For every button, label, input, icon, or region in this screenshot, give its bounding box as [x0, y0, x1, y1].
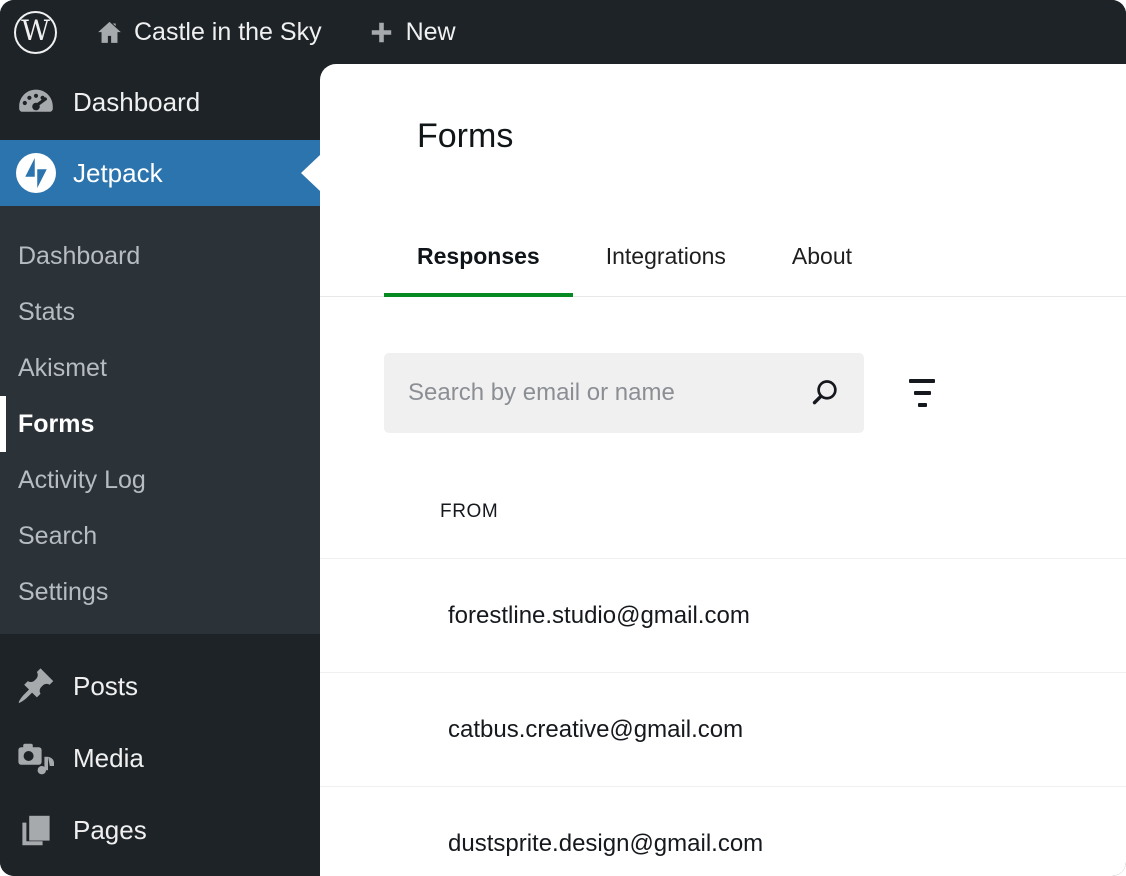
- sidebar-item-media[interactable]: Media: [0, 722, 320, 794]
- filter-button[interactable]: [896, 367, 948, 419]
- sidebar-bottom-menu: Posts Media Pages: [0, 634, 320, 866]
- new-label: New: [406, 18, 456, 47]
- response-from: forestline.studio@gmail.com: [448, 602, 750, 630]
- submenu-item-search[interactable]: Search: [0, 508, 320, 564]
- sidebar-item-label: Posts: [73, 671, 138, 702]
- plus-icon: [368, 19, 395, 46]
- response-from: catbus.creative@gmail.com: [448, 716, 743, 744]
- response-row[interactable]: forestline.studio@gmail.com: [320, 559, 1126, 673]
- pages-icon: [16, 810, 56, 850]
- page-title: Forms: [417, 116, 1126, 156]
- search-input[interactable]: [384, 353, 864, 433]
- admin-bar: W Castle in the Sky New: [0, 0, 1126, 64]
- wordpress-logo[interactable]: W: [14, 11, 57, 54]
- submenu-item-akismet[interactable]: Akismet: [0, 340, 320, 396]
- tab-integrations[interactable]: Integrations: [573, 242, 759, 296]
- new-content-menu[interactable]: New: [368, 18, 456, 47]
- wordpress-logo-letter: W: [21, 17, 50, 45]
- home-icon: [96, 19, 123, 46]
- sidebar-item-pages[interactable]: Pages: [0, 794, 320, 866]
- response-row[interactable]: dustsprite.design@gmail.com: [320, 787, 1126, 876]
- sidebar-item-posts[interactable]: Posts: [0, 650, 320, 722]
- sidebar-item-jetpack[interactable]: Jetpack: [0, 140, 320, 206]
- tabs: Responses Integrations About: [320, 242, 1126, 297]
- submenu-item-dashboard[interactable]: Dashboard: [0, 228, 320, 284]
- sidebar-item-label: Dashboard: [73, 87, 200, 118]
- media-icon: [16, 738, 56, 778]
- site-name-label: Castle in the Sky: [134, 18, 322, 47]
- responses-table: forestline.studio@gmail.com catbus.creat…: [320, 559, 1126, 876]
- sidebar-item-label: Media: [73, 743, 144, 774]
- jetpack-submenu: Dashboard Stats Akismet Forms Activity L…: [0, 206, 320, 634]
- response-row[interactable]: catbus.creative@gmail.com: [320, 673, 1126, 787]
- site-name-menu[interactable]: Castle in the Sky: [96, 18, 322, 47]
- current-menu-arrow: [301, 155, 320, 191]
- sidebar: Dashboard Jetpack Dashboard Stats Akisme…: [0, 64, 320, 876]
- pushpin-icon: [16, 666, 56, 706]
- submenu-item-activity-log[interactable]: Activity Log: [0, 452, 320, 508]
- sidebar-item-label: Jetpack: [73, 158, 163, 189]
- gauge-icon: [16, 82, 56, 122]
- content-panel: Forms Responses Integrations About FROM: [320, 64, 1126, 876]
- filter-icon: [909, 379, 935, 383]
- column-from: FROM: [440, 501, 498, 522]
- search-icon[interactable]: [808, 376, 842, 410]
- wordpress-admin-screen: W Castle in the Sky New: [0, 0, 1126, 876]
- submenu-item-stats[interactable]: Stats: [0, 284, 320, 340]
- tab-responses[interactable]: Responses: [384, 242, 573, 296]
- jetpack-icon: [16, 153, 56, 193]
- sidebar-item-dashboard[interactable]: Dashboard: [0, 64, 320, 140]
- submenu-item-settings[interactable]: Settings: [0, 564, 320, 620]
- table-header: FROM: [320, 501, 1126, 559]
- search-box: [384, 353, 864, 433]
- sidebar-item-label: Pages: [73, 815, 147, 846]
- tab-about[interactable]: About: [759, 242, 885, 296]
- response-from: dustsprite.design@gmail.com: [448, 830, 763, 858]
- submenu-item-forms[interactable]: Forms: [0, 396, 320, 452]
- responses-toolbar: [320, 353, 1126, 433]
